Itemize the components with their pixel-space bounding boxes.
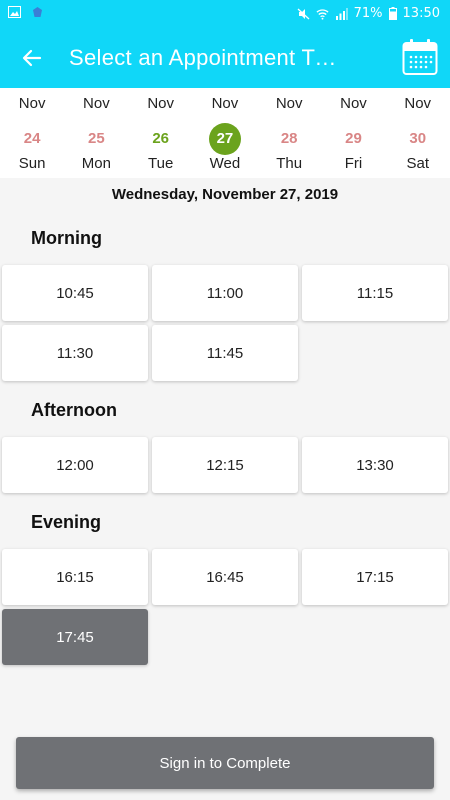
page-title: Select an Appointment Time	[69, 45, 339, 70]
time-slot[interactable]: 10:45	[2, 265, 148, 321]
mute-icon	[297, 8, 310, 19]
time-slot-selected[interactable]: 17:45	[2, 609, 148, 665]
section-title-evening: Evening	[31, 512, 102, 532]
battery-icon	[388, 7, 397, 20]
week-strip: Nov 24 Sun Nov 25 Mon Nov 26 Tue Nov 27 …	[0, 88, 450, 178]
day-weekday: Wed	[209, 155, 241, 172]
time-slot[interactable]: 12:15	[152, 437, 298, 493]
day-month: Nov	[340, 95, 367, 112]
time-slot[interactable]: 11:15	[302, 265, 448, 321]
day-number: 25	[88, 130, 105, 147]
day-wed[interactable]: Nov 27 Wed	[193, 88, 257, 178]
app-notification-icon	[33, 7, 42, 17]
day-number: 26	[152, 130, 169, 147]
day-number-selected: 27	[208, 123, 241, 155]
day-month: Nov	[275, 95, 303, 112]
day-mon[interactable]: Nov 25 Mon	[64, 88, 128, 178]
calendar-icon	[402, 39, 438, 75]
app-bar: Select an Appointment Time	[0, 28, 450, 88]
back-button[interactable]	[14, 40, 50, 76]
day-tue[interactable]: Nov 26 Tue	[129, 88, 193, 178]
day-weekday: Mon	[81, 155, 111, 172]
signal-icon	[335, 7, 348, 20]
day-number: 29	[345, 130, 362, 147]
day-number: 24	[23, 130, 41, 147]
time-slot[interactable]: 17:15	[302, 549, 448, 605]
day-month: Nov	[404, 95, 432, 112]
battery-percentage: 71%	[353, 6, 383, 21]
section-title-afternoon: Afternoon	[31, 400, 117, 420]
time-slot[interactable]: 11:45	[152, 325, 298, 381]
time-slot[interactable]: 11:00	[152, 265, 298, 321]
day-month: Nov	[18, 95, 46, 112]
time-slot[interactable]: 16:15	[2, 549, 148, 605]
day-thu[interactable]: Nov 28 Thu	[257, 88, 321, 178]
day-number: 28	[280, 130, 298, 147]
day-fri[interactable]: Nov 29 Fri	[321, 88, 385, 178]
calendar-button[interactable]	[402, 38, 438, 76]
image-icon	[8, 6, 21, 18]
status-bar: 71% 13:50	[0, 0, 450, 28]
day-weekday: Sun	[18, 155, 46, 172]
section-title-morning: Morning	[31, 228, 102, 248]
day-month: Nov	[147, 95, 174, 112]
day-weekday: Sat	[406, 155, 429, 172]
day-weekday: Fri	[344, 155, 363, 172]
day-month: Nov	[83, 95, 110, 112]
day-month: Nov	[211, 95, 239, 112]
selected-date-heading: Wednesday, November 27, 2019	[111, 186, 339, 203]
day-sat[interactable]: Nov 30 Sat	[386, 88, 450, 178]
time-slot[interactable]: 13:30	[302, 437, 448, 493]
sign-in-complete-button[interactable]: Sign in to Complete	[16, 737, 434, 789]
day-number: 30	[409, 130, 427, 147]
clock-time: 13:50	[402, 6, 440, 21]
time-slot[interactable]: 11:30	[2, 325, 148, 381]
arrow-left-icon	[22, 49, 42, 67]
time-slot[interactable]: 12:00	[2, 437, 148, 493]
time-slot[interactable]: 16:45	[152, 549, 298, 605]
day-sun[interactable]: Nov 24 Sun	[0, 88, 64, 178]
day-weekday: Tue	[148, 155, 174, 172]
wifi-icon	[316, 8, 329, 20]
day-weekday: Thu	[276, 155, 303, 172]
